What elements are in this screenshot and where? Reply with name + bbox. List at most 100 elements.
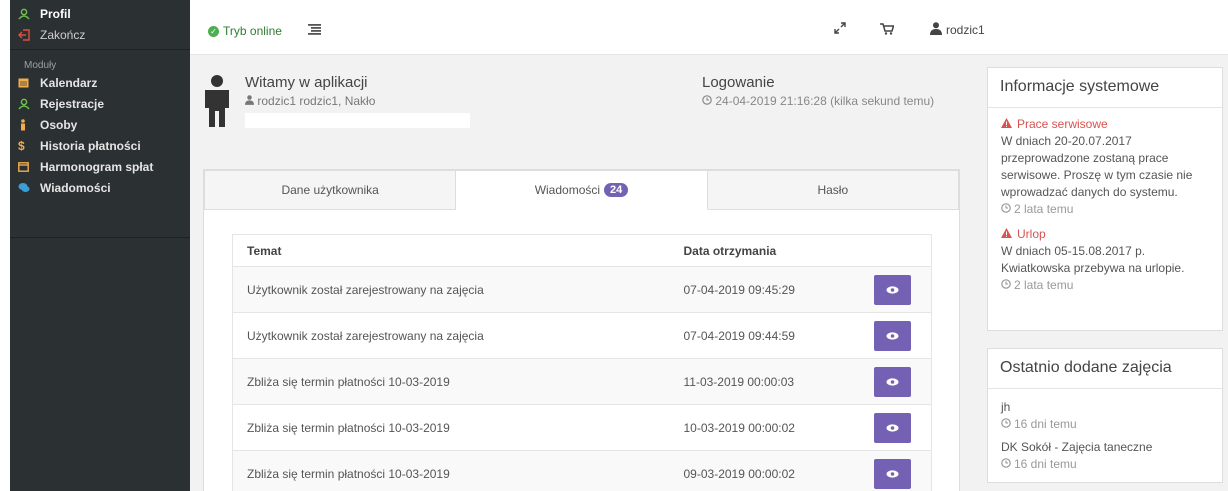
action-cell (859, 404, 932, 451)
clock-icon (1001, 277, 1011, 294)
notice-text: W dniach 20-20.07.2017 przeprowadzone zo… (1001, 134, 1193, 199)
recent-classes-title: Ostatnio dodane zajęcia (988, 349, 1222, 389)
notice-title: Urlop (1001, 226, 1209, 243)
tab-label: Dane użytkownika (281, 183, 379, 197)
notice-time: 2 lata temu (1001, 201, 1209, 218)
sidebar-item-label: Harmonogram spłat (40, 159, 154, 174)
clock-icon (1001, 201, 1011, 218)
recent-item-time: 16 dni temu (1001, 456, 1209, 473)
sidebar-top: Profil Zakończ (10, 0, 190, 50)
recent-item-ago: 16 dni temu (1014, 417, 1077, 431)
notice-text: W dniach 05-15.08.2017 p. Kwiatkowska pr… (1001, 244, 1185, 275)
eye-icon (886, 469, 898, 478)
warning-icon (1001, 116, 1012, 133)
tab-dane-uzytkownika[interactable]: Dane użytkownika (204, 170, 457, 210)
person-icon (202, 75, 232, 130)
tab-wiadomosci[interactable]: Wiadomości 24 (456, 170, 708, 210)
sidebar-modules: Moduły Kalendarz Rejestracje Osoby $ His… (10, 50, 190, 238)
tab-haslo[interactable]: Hasło (707, 170, 959, 210)
eye-icon (886, 423, 898, 432)
notice-time: 2 lata temu (1001, 277, 1209, 294)
message-subject: Zbliża się termin płatności 10-03-2019 (232, 404, 670, 451)
view-message-button[interactable] (873, 320, 911, 351)
sidebar-item-label: Kalendarz (40, 75, 98, 90)
column-header-actions (859, 234, 932, 267)
message-subject: Zbliża się termin płatności 10-03-2019 (232, 450, 670, 491)
clock-icon (1001, 456, 1011, 473)
column-header-date: Data otrzymania (669, 234, 860, 267)
notice-title-text: Prace serwisowe (1017, 117, 1108, 131)
sidebar-item-historia[interactable]: $ Historia płatności (10, 135, 190, 156)
notice-title: Prace serwisowe (1001, 116, 1209, 133)
view-message-button[interactable] (873, 412, 911, 443)
message-date: 10-03-2019 00:00:02 (669, 404, 860, 451)
login-time-value: 24-04-2019 21:16:28 (kilka sekund temu) (715, 94, 935, 108)
action-cell (859, 312, 932, 359)
sidebar-item-rejestracje[interactable]: Rejestracje (10, 93, 190, 114)
view-message-button[interactable] (873, 366, 911, 397)
cart-icon[interactable] (880, 23, 895, 38)
table-row: Zbliża się termin płatności 10-03-2019 1… (232, 404, 932, 451)
notice-ago: 2 lata temu (1014, 202, 1074, 216)
message-date: 11-03-2019 00:00:03 (669, 358, 860, 405)
notice-title-text: Urlop (1017, 227, 1046, 241)
message-count-badge: 24 (604, 183, 629, 197)
sidebar-item-label: Historia płatności (40, 138, 141, 153)
tabs: Dane użytkownika Wiadomości 24 Hasło (204, 170, 959, 210)
view-message-button[interactable] (873, 458, 911, 489)
info-bar (245, 113, 470, 128)
user-icon (18, 8, 40, 20)
action-cell (859, 358, 932, 405)
tab-label: Hasło (817, 183, 849, 197)
topbar: ✓ Tryb online rodzic1 (190, 0, 1228, 55)
table-row: Użytkownik został zarejestrowany na zaję… (232, 312, 932, 359)
warning-icon (1001, 226, 1012, 243)
recent-item-name[interactable]: jh (1001, 399, 1209, 416)
user-menu[interactable]: rodzic1 (930, 22, 985, 38)
recent-item-ago: 16 dni temu (1014, 457, 1077, 471)
eye-icon (886, 285, 898, 294)
recent-item-time: 16 dni temu (1001, 416, 1209, 433)
online-status-label: Tryb online (223, 24, 282, 38)
sidebar-item-label: Wiadomości (40, 180, 111, 195)
online-status: ✓ Tryb online (208, 24, 282, 38)
action-cell (859, 450, 932, 491)
user-icon (930, 22, 942, 38)
table-row: Użytkownik został zarejestrowany na zaję… (232, 266, 932, 313)
right-column: Informacje systemowe Prace serwisowe W d… (972, 55, 1228, 491)
sidebar-item-label: Zakończ (40, 27, 86, 42)
message-date: 07-04-2019 09:45:29 (669, 266, 860, 313)
logout-icon (18, 28, 40, 41)
dollar-icon: $ (18, 138, 25, 153)
sidebar-item-zakoncz[interactable]: Zakończ (10, 24, 190, 45)
menu-toggle-icon[interactable] (308, 23, 321, 38)
table-header-row: Temat Data otrzymania (232, 234, 932, 267)
sidebar-item-osoby[interactable]: Osoby (10, 114, 190, 135)
sidebar-item-label: Profil (40, 6, 71, 21)
eye-icon (886, 377, 898, 386)
fullscreen-icon[interactable] (834, 22, 846, 37)
username: rodzic1 (946, 23, 985, 37)
check-circle-icon: ✓ (208, 25, 219, 37)
table-row: Zbliża się termin płatności 10-03-2019 0… (232, 450, 932, 491)
sidebar-item-profil[interactable]: Profil (10, 3, 190, 24)
clock-icon (702, 94, 715, 108)
recent-item-name[interactable]: DK Sokół - Zajęcia taneczne (1001, 439, 1209, 456)
modules-caption: Moduły (24, 60, 57, 71)
welcome-user: rodzic1 rodzic1, Nakło (257, 94, 376, 108)
sidebar-item-harmonogram[interactable]: Harmonogram spłat (10, 156, 190, 177)
column-header-subject: Temat (232, 234, 670, 267)
eye-icon (886, 331, 898, 340)
user-icon (18, 98, 40, 110)
welcome-section: Witamy w aplikacji rodzic1 rodzic1, Nakł… (190, 55, 972, 165)
main-content: Witamy w aplikacji rodzic1 rodzic1, Nakł… (190, 55, 972, 491)
profile-panel: Dane użytkownika Wiadomości 24 Hasło Tem… (203, 169, 960, 491)
sidebar-item-kalendarz[interactable]: Kalendarz (10, 72, 190, 93)
recent-classes-box: Ostatnio dodane zajęcia jh 16 dni temu D… (987, 348, 1223, 483)
welcome-subtitle: rodzic1 rodzic1, Nakło (245, 94, 375, 108)
view-message-button[interactable] (873, 274, 911, 305)
login-time: 24-04-2019 21:16:28 (kilka sekund temu) (702, 94, 934, 108)
clock-icon (1001, 416, 1011, 433)
system-info-title: Informacje systemowe (988, 68, 1222, 108)
sidebar-item-wiadomosci[interactable]: Wiadomości (10, 177, 190, 198)
